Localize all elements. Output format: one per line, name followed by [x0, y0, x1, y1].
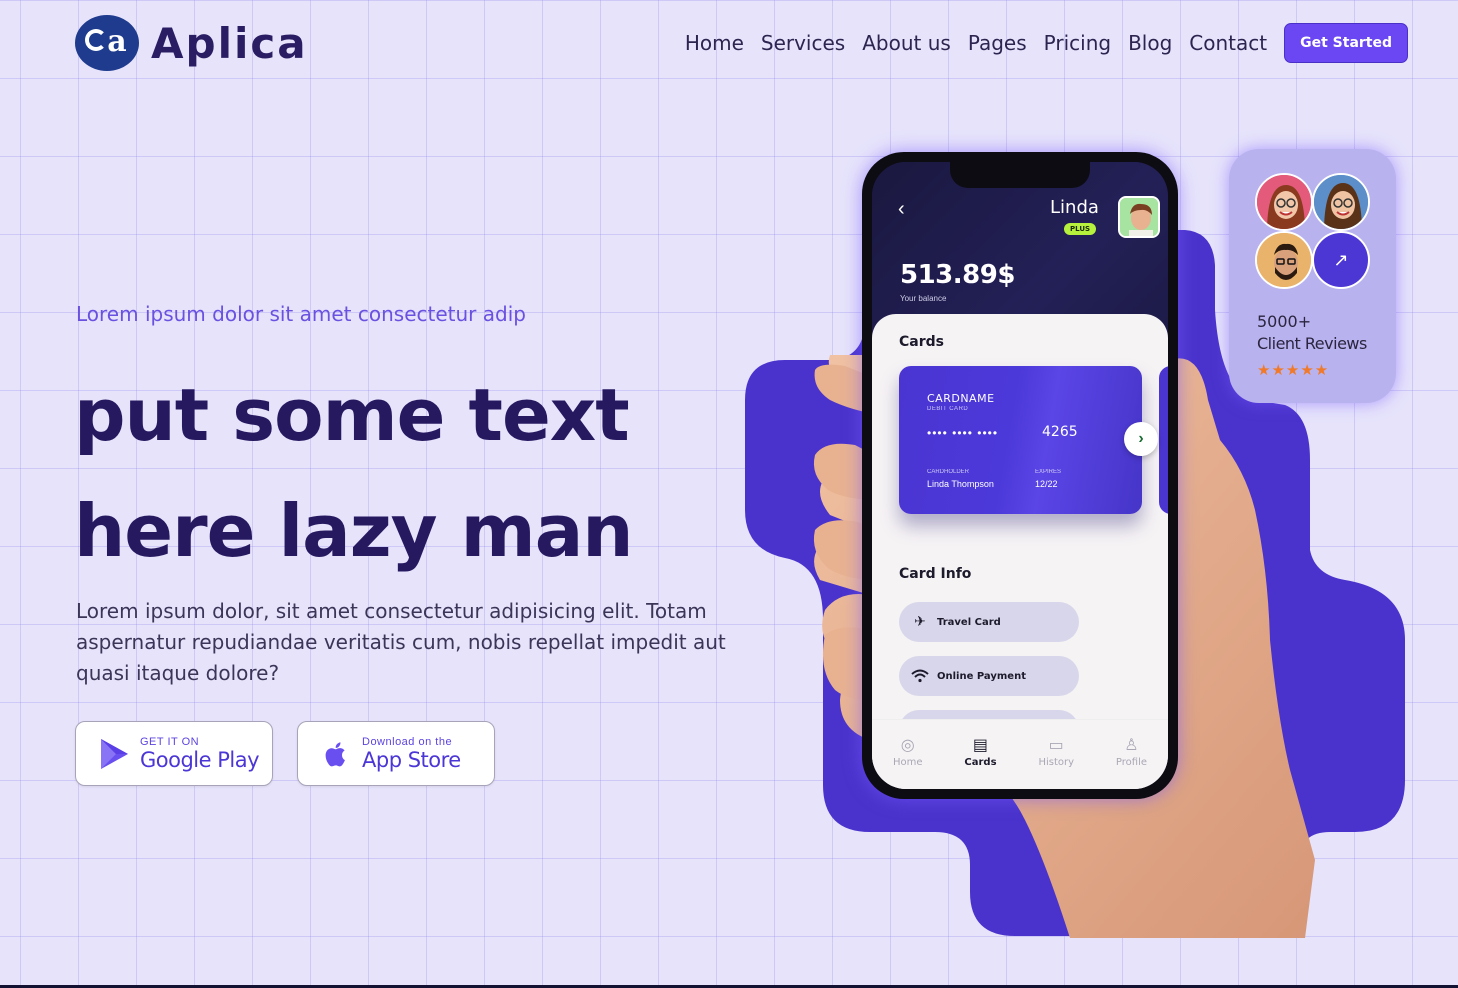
app-store-big: App Store — [362, 747, 461, 772]
cards-icon: ▤ — [972, 735, 989, 754]
tab-label: History — [1038, 757, 1075, 768]
main-nav: Home Services About us Pages Pricing Blo… — [668, 23, 1408, 63]
card-info-title: Card Info — [899, 566, 972, 582]
next-card-chevron-icon[interactable]: › — [1124, 422, 1158, 456]
card-name: CARDNAME — [927, 392, 995, 405]
card-type: DEBIT CARD — [927, 406, 969, 412]
cards-title: Cards — [899, 334, 944, 350]
history-icon: ▭ — [1048, 735, 1064, 754]
user-avatar[interactable] — [1118, 196, 1160, 238]
nav-about[interactable]: About us — [862, 31, 951, 55]
logo-icon: a — [75, 15, 139, 71]
phone-tab-bar: ◎ Home ▤ Cards ▭ History ♙ Profile — [872, 719, 1168, 789]
google-play-big: Google Play — [140, 747, 260, 772]
person-icon — [1257, 175, 1311, 229]
phone-screen: ‹ Linda PLUS 513.89$ Your balance Cards … — [872, 162, 1168, 789]
balance-label: Your balance — [900, 294, 947, 303]
headline-line-2: here lazy man — [74, 489, 634, 573]
home-icon: ◎ — [900, 735, 915, 754]
phone-mockup: ‹ Linda PLUS 513.89$ Your balance Cards … — [862, 152, 1178, 799]
reviewer-avatar — [1255, 173, 1313, 231]
brand-logo[interactable]: a Aplica — [75, 15, 308, 71]
tab-home[interactable]: ◎ Home — [893, 735, 923, 768]
wifi-icon — [911, 669, 929, 683]
person-icon — [1314, 175, 1368, 229]
app-store-small: Download on the — [362, 735, 453, 748]
client-reviews-card: ↗ 5000+ Client Reviews ★★★★★ — [1229, 149, 1396, 403]
reviewer-avatar — [1312, 173, 1370, 231]
reviews-label: Client Reviews — [1257, 334, 1367, 353]
info-item-label: Travel Card — [937, 616, 1001, 628]
tab-label: Home — [892, 757, 923, 768]
plus-badge: PLUS — [1064, 223, 1097, 235]
get-started-button[interactable]: Get Started — [1284, 23, 1408, 63]
nav-contact[interactable]: Contact — [1189, 31, 1267, 55]
debit-card[interactable]: CARDNAME DEBIT CARD •••• •••• •••• 4265 … — [899, 366, 1142, 514]
google-play-small: GET IT ON — [140, 735, 200, 748]
apple-icon — [325, 741, 345, 766]
info-item-online-payment[interactable]: Online Payment — [899, 656, 1079, 696]
profile-icon: ♙ — [1124, 735, 1139, 754]
nav-pages[interactable]: Pages — [968, 31, 1027, 55]
reviews-count: 5000+ — [1257, 312, 1312, 331]
nav-home[interactable]: Home — [685, 31, 744, 55]
app-store-button[interactable]: Download on the App Store — [297, 721, 495, 786]
info-item-travel-card[interactable]: ✈ Travel Card — [899, 602, 1079, 642]
arrow-up-right-icon[interactable]: ↗ — [1312, 231, 1370, 289]
avatar-face-icon — [1120, 198, 1158, 236]
balance-amount: 513.89$ — [900, 260, 1015, 290]
card-last4: 4265 — [1042, 424, 1078, 440]
person-icon — [1257, 233, 1311, 287]
card-masked-digits: •••• •••• •••• — [927, 426, 999, 440]
cardholder-label: CARDHOLDER — [927, 469, 970, 475]
headline-line-1: put some text — [74, 373, 630, 457]
phone-user-name: Linda — [1050, 197, 1099, 218]
next-card-peek — [1159, 366, 1168, 514]
nav-blog[interactable]: Blog — [1128, 31, 1172, 55]
cards-sheet: Cards CARDNAME DEBIT CARD •••• •••• ••••… — [872, 314, 1168, 789]
cardholder-name: Linda Thompson — [927, 479, 994, 489]
nav-pricing[interactable]: Pricing — [1044, 31, 1111, 55]
expires-label: EXPIRES — [1035, 469, 1062, 475]
back-arrow-icon[interactable]: ‹ — [898, 198, 905, 221]
hero-eyebrow: Lorem ipsum dolor sit amet consectetur a… — [76, 302, 526, 326]
tab-label: Cards — [964, 757, 997, 768]
expires-value: 12/22 — [1035, 479, 1058, 489]
star-rating-icon: ★★★★★ — [1257, 362, 1330, 379]
plane-icon: ✈ — [914, 614, 926, 630]
hero-headline: put some text here lazy man — [74, 357, 794, 589]
tab-profile[interactable]: ♙ Profile — [1116, 735, 1147, 768]
tab-cards[interactable]: ▤ Cards — [964, 735, 996, 768]
brand-name: Aplica — [151, 18, 308, 68]
google-play-button[interactable]: GET IT ON Google Play — [75, 721, 273, 786]
nav-services[interactable]: Services — [761, 31, 845, 55]
tab-history[interactable]: ▭ History — [1038, 735, 1074, 768]
reviewer-avatar — [1255, 231, 1313, 289]
hero-description: Lorem ipsum dolor, sit amet consectetur … — [76, 599, 726, 685]
info-item-label: Online Payment — [937, 670, 1026, 682]
google-play-icon — [101, 738, 128, 769]
tab-label: Profile — [1115, 757, 1148, 768]
phone-notch — [950, 162, 1090, 188]
